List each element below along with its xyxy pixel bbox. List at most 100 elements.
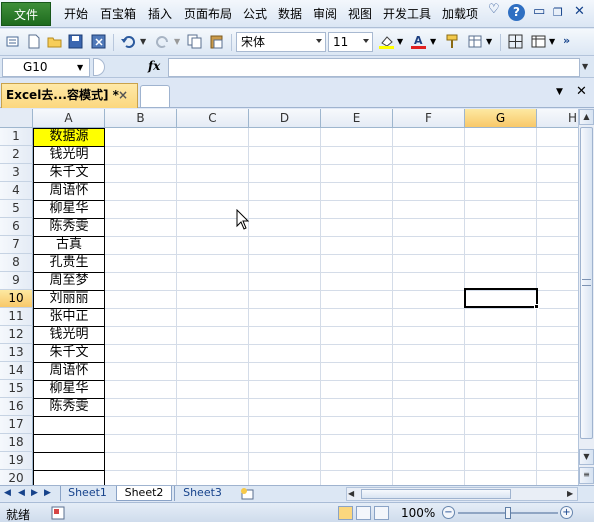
formula-input[interactable] xyxy=(168,58,580,77)
fill-color-icon[interactable] xyxy=(378,33,395,50)
row-header[interactable]: 20 xyxy=(0,470,33,485)
scroll-left-icon[interactable]: ◀ xyxy=(348,489,354,498)
menu-page-layout[interactable]: 页面布局 xyxy=(184,5,232,23)
close-icon[interactable]: ✕ xyxy=(574,4,585,19)
row-header[interactable]: 12 xyxy=(0,326,33,344)
row-header-selected[interactable]: 10 xyxy=(0,290,33,308)
menu-addins[interactable]: 加载项 xyxy=(442,5,478,23)
zoom-level[interactable]: 100% xyxy=(401,506,435,520)
copy-icon[interactable] xyxy=(186,33,203,50)
insert-function-icon[interactable]: fx xyxy=(148,59,160,73)
row-header[interactable]: 5 xyxy=(0,200,33,218)
zoom-in-icon[interactable]: + xyxy=(560,506,573,519)
row-header[interactable]: 17 xyxy=(0,416,33,434)
table-style-icon[interactable] xyxy=(530,33,547,50)
borders-icon[interactable] xyxy=(507,33,524,50)
ribbon-collapse-icon[interactable]: ♡ xyxy=(488,2,500,17)
document-tab-close-icon[interactable]: × xyxy=(118,88,128,102)
menu-data[interactable]: 数据 xyxy=(278,5,302,23)
save-icon[interactable] xyxy=(67,33,84,50)
new-document-icon[interactable] xyxy=(25,33,42,50)
redo-icon[interactable] xyxy=(154,33,171,50)
sheet-tab-3[interactable]: Sheet3 xyxy=(174,486,230,501)
column-header-b[interactable]: B xyxy=(105,109,177,128)
row-header[interactable]: 14 xyxy=(0,362,33,380)
menu-toolbox[interactable]: 百宝箱 xyxy=(100,5,136,23)
row-header[interactable]: 6 xyxy=(0,218,33,236)
macro-record-icon[interactable] xyxy=(50,505,66,521)
column-header-f[interactable]: F xyxy=(393,109,465,128)
row-header[interactable]: 18 xyxy=(0,434,33,452)
row-header[interactable]: 13 xyxy=(0,344,33,362)
row-header[interactable]: 8 xyxy=(0,254,33,272)
open-folder-icon[interactable] xyxy=(46,33,63,50)
format-painter-icon[interactable] xyxy=(444,33,461,50)
menu-grip-icon[interactable] xyxy=(4,33,21,50)
row-header[interactable]: 2 xyxy=(0,146,33,164)
split-box-icon[interactable]: ≡ xyxy=(579,467,594,484)
help-icon[interactable]: ? xyxy=(508,4,525,21)
menu-review[interactable]: 审阅 xyxy=(313,5,337,23)
scroll-right-icon[interactable]: ▶ xyxy=(567,489,573,498)
row-header[interactable]: 16 xyxy=(0,398,33,416)
page-break-view-icon[interactable] xyxy=(374,506,389,520)
font-color-icon[interactable]: A xyxy=(410,33,427,50)
page-layout-view-icon[interactable] xyxy=(356,506,371,520)
column-header-h[interactable]: H xyxy=(537,109,578,128)
normal-view-icon[interactable] xyxy=(338,506,353,520)
row-header[interactable]: 7 xyxy=(0,236,33,254)
scroll-down-icon[interactable]: ▼ xyxy=(579,449,594,465)
close-workbook-icon[interactable]: ✕ xyxy=(576,84,587,99)
fill-color-dropdown-icon[interactable]: ▼ xyxy=(397,37,403,46)
zoom-slider-thumb[interactable] xyxy=(505,507,511,519)
horizontal-scrollbar[interactable]: ◀ ▶ xyxy=(346,487,578,501)
formula-expand-icon[interactable]: ▼ xyxy=(582,62,588,71)
menu-developer[interactable]: 开发工具 xyxy=(383,5,431,23)
select-all-corner[interactable] xyxy=(0,109,33,128)
insert-sheet-icon[interactable] xyxy=(240,487,256,501)
column-header-c[interactable]: C xyxy=(177,109,249,128)
save-as-icon[interactable] xyxy=(90,33,107,50)
zoom-out-icon[interactable]: − xyxy=(442,506,455,519)
first-sheet-icon[interactable]: ◀ xyxy=(4,488,11,498)
new-tab-button[interactable] xyxy=(140,85,170,107)
file-menu-button[interactable]: 文件 xyxy=(1,2,51,26)
vertical-scrollbar[interactable]: ▲ ▼ ≡ xyxy=(578,109,594,485)
menu-formulas[interactable]: 公式 xyxy=(243,5,267,23)
sheet-tab-2[interactable]: Sheet2 xyxy=(116,486,172,501)
table-style-dropdown-icon[interactable]: ▼ xyxy=(549,37,555,46)
column-header-e[interactable]: E xyxy=(321,109,393,128)
undo-icon[interactable] xyxy=(120,33,137,50)
row-header[interactable]: 11 xyxy=(0,308,33,326)
cell-format-icon[interactable] xyxy=(467,33,484,50)
cell-format-dropdown-icon[interactable]: ▼ xyxy=(486,37,492,46)
name-box-dropdown-icon[interactable]: ▼ xyxy=(77,63,83,72)
column-header-g[interactable]: G xyxy=(465,109,537,128)
fill-handle[interactable] xyxy=(534,304,539,309)
row-header[interactable]: 19 xyxy=(0,452,33,470)
menu-insert[interactable]: 插入 xyxy=(148,5,172,23)
paste-icon[interactable] xyxy=(208,33,225,50)
redo-dropdown-icon[interactable]: ▼ xyxy=(174,37,180,46)
row-header[interactable]: 3 xyxy=(0,164,33,182)
undo-dropdown-icon[interactable]: ▼ xyxy=(140,37,146,46)
last-sheet-icon[interactable]: ▶ xyxy=(44,488,51,498)
font-name-select[interactable]: 宋体 xyxy=(236,32,326,52)
menu-view[interactable]: 视图 xyxy=(348,5,372,23)
next-sheet-icon[interactable]: ▶ xyxy=(31,488,38,498)
tab-list-dropdown-icon[interactable]: ▼ xyxy=(556,87,563,97)
column-header-d[interactable]: D xyxy=(249,109,321,128)
row-header[interactable]: 1 xyxy=(0,128,33,146)
sheet-tab-1[interactable]: Sheet1 xyxy=(60,486,114,501)
column-header-a[interactable]: A xyxy=(33,109,105,128)
horizontal-scroll-thumb[interactable] xyxy=(361,489,511,499)
active-cell-g10[interactable] xyxy=(464,288,538,308)
row-header[interactable]: 4 xyxy=(0,182,33,200)
row-header[interactable]: 9 xyxy=(0,272,33,290)
font-size-select[interactable]: 11 xyxy=(328,32,373,52)
row-header[interactable]: 15 xyxy=(0,380,33,398)
minimize-icon[interactable]: ▭ xyxy=(533,4,545,19)
menu-home[interactable]: 开始 xyxy=(64,5,88,23)
font-color-dropdown-icon[interactable]: ▼ xyxy=(430,37,436,46)
toolbar-overflow-icon[interactable]: » xyxy=(563,34,570,47)
